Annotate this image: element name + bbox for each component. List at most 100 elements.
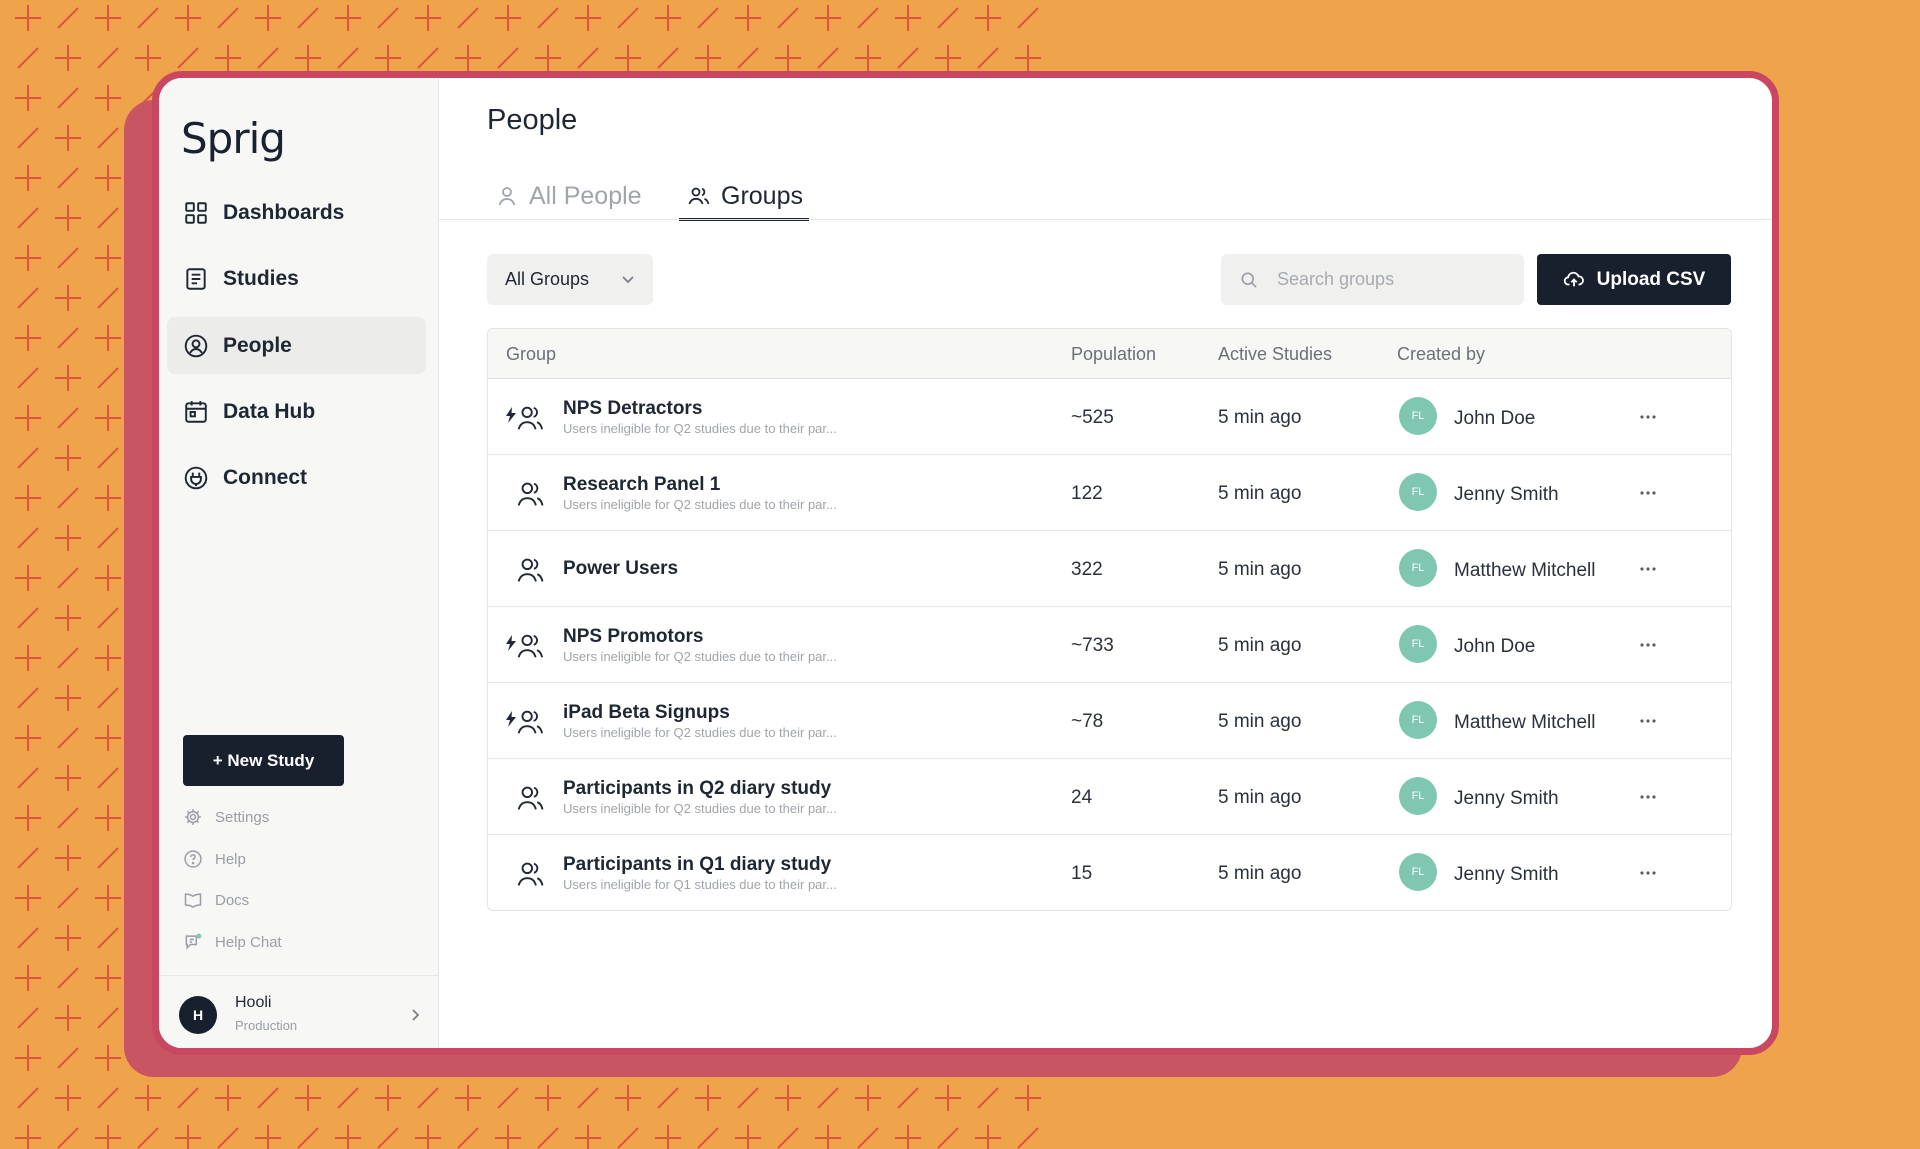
more-options-icon[interactable] xyxy=(1634,403,1662,431)
active-studies-value: 5 min ago xyxy=(1218,635,1302,656)
more-options-icon[interactable] xyxy=(1634,479,1662,507)
help-chat-link[interactable]: Help Chat xyxy=(183,930,282,954)
group-filter-select[interactable]: All Groups xyxy=(487,254,653,305)
group-icon xyxy=(506,859,544,889)
account-environment: Production xyxy=(235,1018,298,1033)
more-options-icon[interactable] xyxy=(1634,859,1662,887)
people-icon xyxy=(183,333,209,359)
sidebar-item-label: Dashboards xyxy=(223,200,345,224)
group-description: Users ineligible for Q2 studies due to t… xyxy=(563,649,837,664)
group-icon xyxy=(506,479,544,509)
active-studies-value: 5 min ago xyxy=(1218,483,1302,504)
dynamic-group-icon xyxy=(506,631,544,661)
column-header-group[interactable]: Group xyxy=(506,344,556,365)
group-name[interactable]: Power Users xyxy=(563,558,678,580)
creator-avatar: FL xyxy=(1399,701,1437,739)
table-row[interactable]: NPS Promotors Users ineligible for Q2 stu… xyxy=(488,607,1731,683)
population-value: ~78 xyxy=(1071,711,1104,732)
more-options-icon[interactable] xyxy=(1634,631,1662,659)
account-switcher[interactable]: H Hooli Production xyxy=(159,975,438,1048)
active-studies-value: 5 min ago xyxy=(1218,407,1302,428)
connect-icon xyxy=(183,465,209,491)
active-studies-value: 5 min ago xyxy=(1218,863,1302,884)
column-header-active-studies[interactable]: Active Studies xyxy=(1218,344,1332,365)
creator-name: John Doe xyxy=(1454,408,1536,429)
sidebar-item-connect[interactable]: Connect xyxy=(167,449,426,506)
group-icon xyxy=(687,184,711,208)
cloud-upload-icon xyxy=(1563,271,1585,289)
person-icon xyxy=(495,184,519,208)
group-name[interactable]: NPS Promotors xyxy=(563,626,703,648)
creator-name: Matthew Mitchell xyxy=(1454,560,1596,581)
population-value: 24 xyxy=(1071,787,1093,808)
table-row[interactable]: Participants in Q1 diary study Users inel… xyxy=(488,835,1731,910)
population-value: 122 xyxy=(1071,483,1103,504)
sidebar-item-label: Studies xyxy=(223,266,299,290)
chevron-down-icon xyxy=(621,274,635,284)
tab-label: Groups xyxy=(721,181,803,210)
group-name[interactable]: NPS Detractors xyxy=(563,398,702,420)
docs-link[interactable]: Docs xyxy=(183,888,249,912)
group-icon xyxy=(506,555,544,585)
upload-csv-button[interactable]: Upload CSV xyxy=(1537,254,1731,305)
creator-name: Matthew Mitchell xyxy=(1454,712,1596,733)
tab-groups[interactable]: Groups xyxy=(687,174,803,218)
group-name[interactable]: Participants in Q2 diary study xyxy=(563,778,831,800)
creator-avatar: FL xyxy=(1399,625,1437,663)
sidebar-item-people[interactable]: People xyxy=(167,317,426,374)
sidebar-item-label: Connect xyxy=(223,465,307,489)
creator-avatar: FL xyxy=(1399,777,1437,815)
search-input[interactable] xyxy=(1275,268,1499,291)
more-options-icon[interactable] xyxy=(1634,555,1662,583)
filter-selected-value: All Groups xyxy=(505,269,590,289)
docs-icon xyxy=(183,890,203,910)
chevron-right-icon xyxy=(409,1008,421,1022)
help-icon xyxy=(183,849,203,869)
sidebar-item-label: Data Hub xyxy=(223,399,316,423)
active-studies-value: 5 min ago xyxy=(1218,711,1302,732)
creator-avatar: FL xyxy=(1399,397,1437,435)
group-description: Users ineligible for Q1 studies due to t… xyxy=(563,877,837,892)
sidebar-item-dashboards[interactable]: Dashboards xyxy=(167,184,426,241)
account-avatar: H xyxy=(179,996,217,1034)
table-row[interactable]: Power Users 322 5 min ago FL Matthew Mitchel… xyxy=(488,531,1731,607)
chat-icon xyxy=(183,932,203,952)
sidebar: Sprig Dashboards Studies People Data Hub xyxy=(159,78,439,1048)
docs-label: Docs xyxy=(215,891,250,909)
creator-avatar: FL xyxy=(1399,473,1437,511)
help-link[interactable]: Help xyxy=(183,847,246,871)
page-title: People xyxy=(487,104,578,136)
sidebar-item-data-hub[interactable]: Data Hub xyxy=(167,383,426,440)
new-study-button[interactable]: + New Study xyxy=(183,735,344,786)
sprig-logo: Sprig xyxy=(181,114,286,163)
sidebar-item-studies[interactable]: Studies xyxy=(167,250,426,307)
group-description: Users ineligible for Q2 studies due to t… xyxy=(563,725,837,740)
population-value: 15 xyxy=(1071,863,1093,884)
creator-name: Jenny Smith xyxy=(1454,864,1559,885)
active-studies-value: 5 min ago xyxy=(1218,787,1302,808)
column-header-created-by[interactable]: Created by xyxy=(1397,344,1485,365)
group-name[interactable]: iPad Beta Signups xyxy=(563,702,730,724)
app-window: Sprig Dashboards Studies People Data Hub xyxy=(152,71,1779,1055)
dashboard-icon xyxy=(183,200,209,226)
creator-avatar: FL xyxy=(1399,549,1437,587)
table-row[interactable]: Participants in Q2 diary study Users inel… xyxy=(488,759,1731,835)
creator-avatar: FL xyxy=(1399,853,1437,891)
data-hub-icon xyxy=(183,399,209,425)
population-value: ~525 xyxy=(1071,407,1114,428)
more-options-icon[interactable] xyxy=(1634,707,1662,735)
settings-link[interactable]: Settings xyxy=(183,805,269,829)
group-name[interactable]: Participants in Q1 diary study xyxy=(563,854,831,876)
search-groups-field[interactable] xyxy=(1221,254,1524,305)
group-description: Users ineligible for Q2 studies due to t… xyxy=(563,421,837,436)
table-row[interactable]: iPad Beta Signups Users ineligible for Q2… xyxy=(488,683,1731,759)
table-row[interactable]: NPS Detractors Users ineligible for Q2 st… xyxy=(488,379,1731,455)
column-header-population[interactable]: Population xyxy=(1071,344,1156,365)
tab-all-people[interactable]: All People xyxy=(495,174,642,218)
group-name[interactable]: Research Panel 1 xyxy=(563,474,720,496)
table-row[interactable]: Research Panel 1 Users ineligible for Q2 … xyxy=(488,455,1731,531)
more-options-icon[interactable] xyxy=(1634,783,1662,811)
creator-name: Jenny Smith xyxy=(1454,788,1559,809)
help-chat-label: Help Chat xyxy=(215,933,282,951)
upload-csv-label: Upload CSV xyxy=(1596,268,1706,290)
